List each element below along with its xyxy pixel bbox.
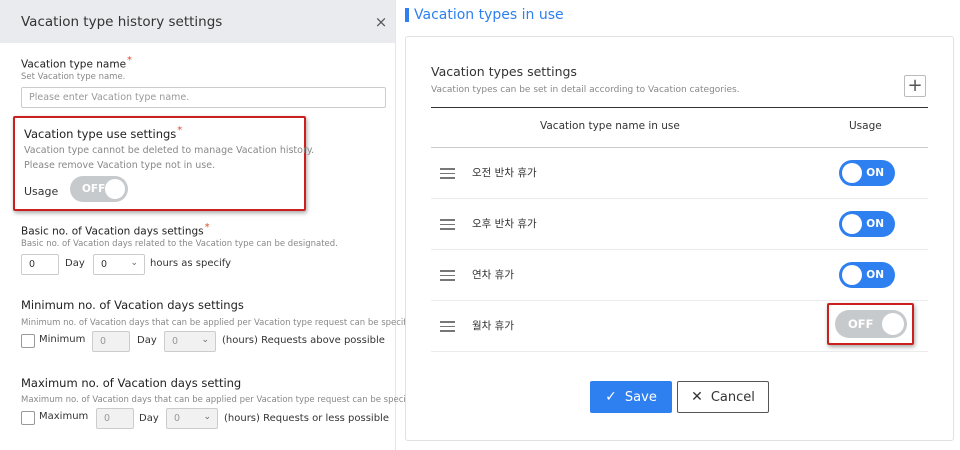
required-mark: *: [127, 55, 133, 66]
close-icon: ✕: [691, 389, 703, 405]
usage-toggle[interactable]: ON: [839, 160, 895, 186]
maximum-days-input[interactable]: 0: [96, 408, 134, 429]
table-row: 오후 반차 휴가 ON: [431, 199, 928, 250]
chevron-down-icon: ⌄: [130, 258, 138, 268]
maximum-days-title: Maximum no. of Vacation days setting: [21, 376, 242, 390]
toggle-label: OFF: [848, 317, 874, 331]
panel-header: Vacation type history settings ×: [0, 0, 395, 43]
toggle-knob: [882, 313, 904, 335]
chevron-down-icon: ⌄: [201, 335, 209, 345]
minimum-day-label: Day: [137, 335, 157, 346]
use-settings-note-1: Vacation type cannot be deleted to manag…: [24, 145, 315, 156]
basic-days-hint: Basic no. of Vacation days related to th…: [21, 239, 338, 249]
cancel-button[interactable]: ✕ Cancel: [677, 381, 769, 413]
toggle-knob: [842, 163, 862, 183]
usage-toggle[interactable]: OFF: [835, 310, 907, 338]
basic-days-title: Basic no. of Vacation days settings*: [21, 222, 210, 238]
close-icon[interactable]: ×: [373, 13, 389, 31]
table-top-border: [431, 107, 928, 108]
minimum-hours-select[interactable]: 0 ⌄: [164, 331, 216, 352]
usage-toggle[interactable]: ON: [839, 211, 895, 237]
vacation-type-name-label: Vacation type name*: [21, 55, 133, 71]
drag-handle-icon[interactable]: [440, 270, 455, 284]
drag-handle-icon[interactable]: [440, 168, 455, 182]
usage-toggle[interactable]: ON: [839, 262, 895, 288]
toggle-knob: [842, 214, 862, 234]
basic-hours-select[interactable]: 0 ⌄: [93, 254, 145, 275]
add-vacation-type-button[interactable]: +: [904, 75, 926, 97]
toggle-label: ON: [866, 167, 884, 179]
toggle-knob: [105, 179, 125, 199]
title-accent-bar: [405, 8, 409, 22]
minimum-checkbox[interactable]: [21, 334, 35, 348]
vacation-type-name-input[interactable]: Please enter Vacation type name.: [21, 87, 386, 108]
basic-hours-suffix: hours as specify: [150, 258, 232, 269]
maximum-hours-suffix: (hours) Requests or less possible: [224, 413, 389, 424]
card-title: Vacation types settings: [431, 64, 577, 79]
basic-days-input[interactable]: 0: [21, 254, 59, 275]
column-header-usage: Usage: [849, 120, 882, 132]
usage-label: Usage: [24, 185, 59, 198]
toggle-label: OFF: [82, 183, 106, 195]
minimum-days-hint: Minimum no. of Vacation days that can be…: [21, 318, 422, 328]
toggle-knob: [842, 265, 862, 285]
row-vacation-name: 월차 휴가: [472, 320, 514, 332]
maximum-checkbox[interactable]: [21, 411, 35, 425]
plus-icon: +: [907, 75, 923, 96]
maximum-hours-select[interactable]: 0 ⌄: [166, 408, 218, 429]
maximum-days-hint: Maximum no. of Vacation days that can be…: [21, 395, 425, 405]
basic-day-label: Day: [65, 258, 85, 269]
use-settings-note-2: Please remove Vacation type not in use.: [24, 160, 216, 171]
drag-handle-icon[interactable]: [440, 219, 455, 233]
panel-title: Vacation type history settings: [21, 13, 223, 30]
card-subtitle: Vacation types can be set in detail acco…: [431, 85, 740, 95]
row-vacation-name: 연차 휴가: [472, 269, 514, 281]
minimum-days-input[interactable]: 0: [92, 331, 130, 352]
required-mark: *: [177, 125, 183, 136]
table-row: 오전 반차 휴가 ON: [431, 148, 928, 199]
column-header-name: Vacation type name in use: [540, 120, 680, 132]
table-row: 월차 휴가 OFF: [431, 301, 928, 352]
toggle-label: ON: [866, 269, 884, 281]
toggle-label: ON: [866, 218, 884, 230]
minimum-checkbox-label: Minimum: [39, 334, 86, 345]
vacation-types-in-use-title: Vacation types in use: [414, 7, 564, 23]
chevron-down-icon: ⌄: [203, 412, 211, 422]
minimum-days-title: Minimum no. of Vacation days settings: [21, 298, 244, 312]
row-vacation-name: 오전 반차 휴가: [472, 167, 537, 179]
required-mark: *: [204, 222, 210, 233]
check-icon: ✓: [605, 389, 617, 405]
vacation-types-settings-card: Vacation types settings Vacation types c…: [405, 36, 954, 441]
table-row: 연차 휴가 ON: [431, 250, 928, 301]
use-settings-title: Vacation type use settings*: [24, 125, 183, 141]
vacation-type-history-panel: Vacation type history settings × Vacatio…: [0, 0, 424, 450]
maximum-checkbox-label: Maximum: [39, 411, 89, 422]
save-button[interactable]: ✓ Save: [590, 381, 672, 413]
drag-handle-icon[interactable]: [440, 321, 455, 335]
vacation-type-name-hint: Set Vacation type name.: [21, 72, 126, 82]
maximum-day-label: Day: [139, 413, 159, 424]
usage-toggle[interactable]: OFF: [70, 176, 128, 202]
minimum-hours-suffix: (hours) Requests above possible: [222, 335, 385, 346]
row-vacation-name: 오후 반차 휴가: [472, 218, 537, 230]
